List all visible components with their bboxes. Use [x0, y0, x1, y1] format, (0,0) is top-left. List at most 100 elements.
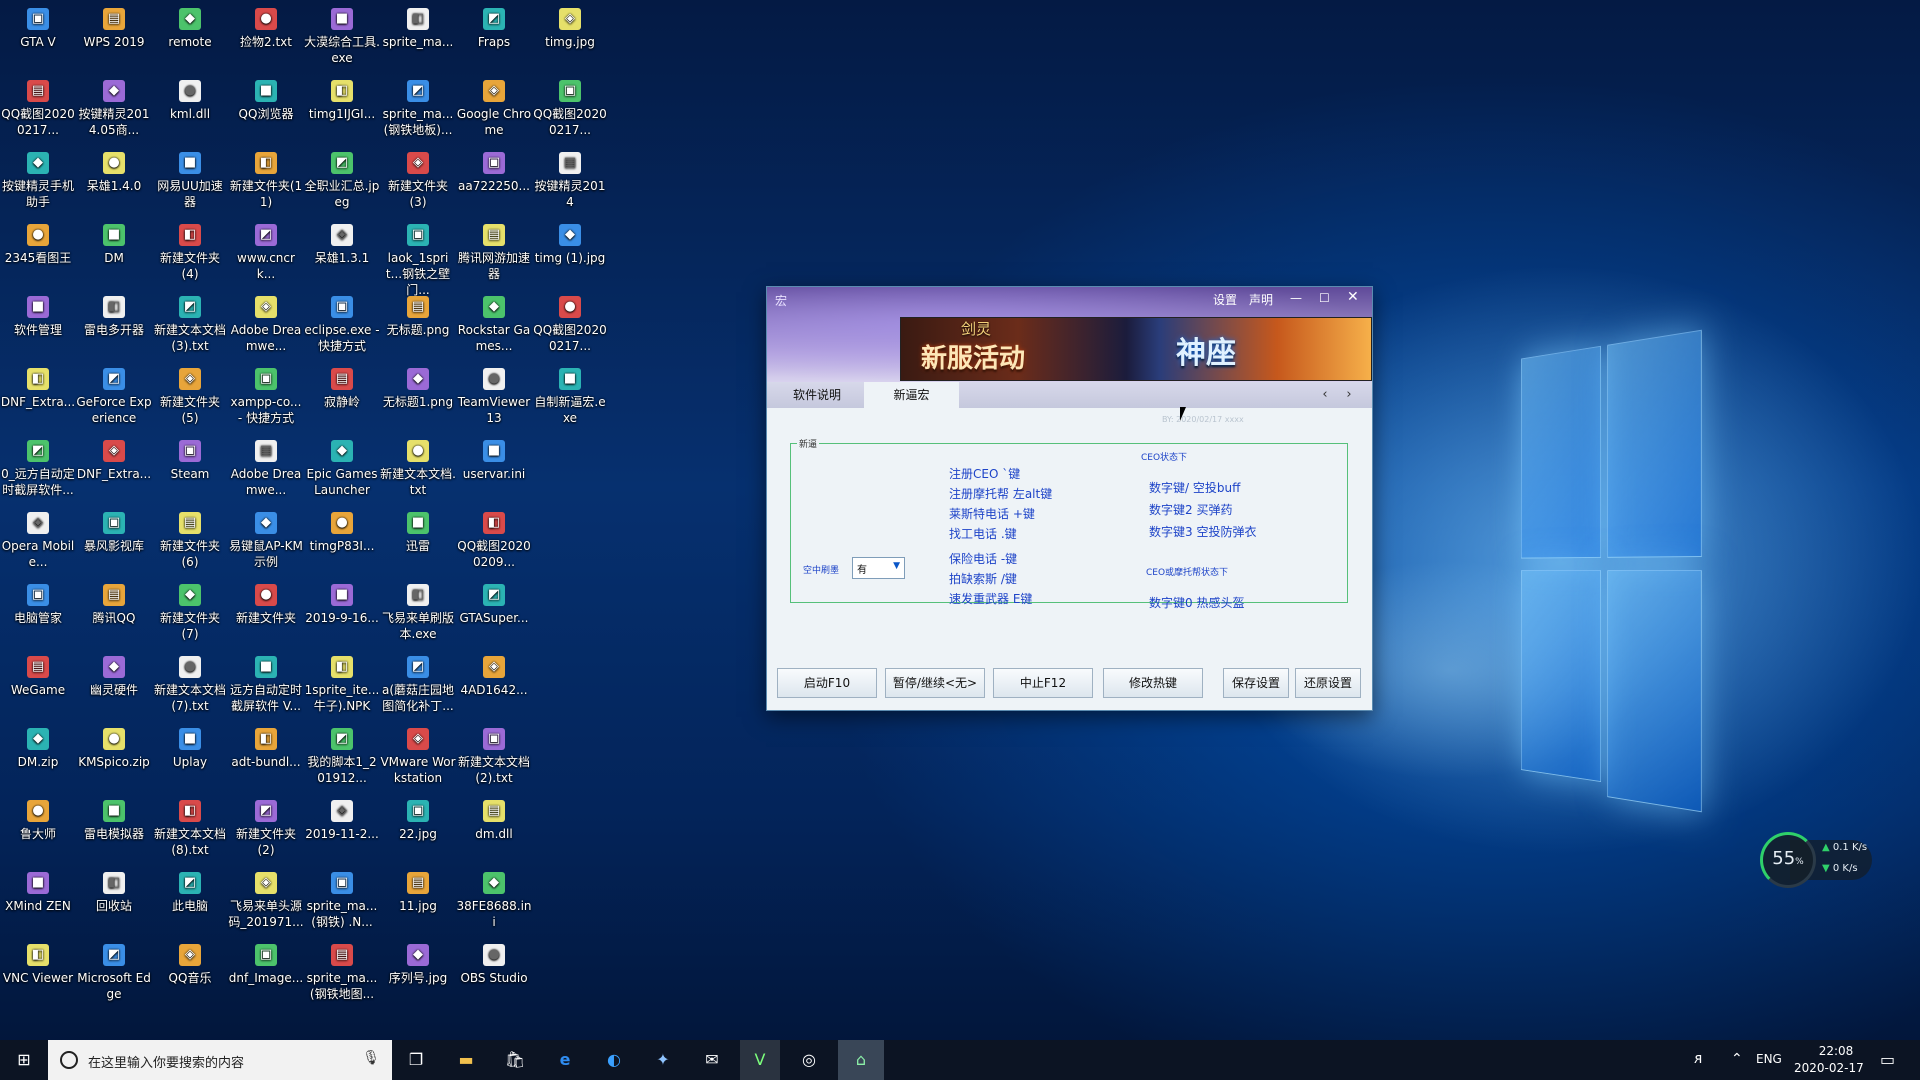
desktop-icon[interactable]: ◩ 新建文件夹(2): [228, 792, 304, 858]
desktop-icon[interactable]: ◆ 38FE8688.ini: [456, 864, 532, 930]
desktop-icon[interactable]: ■ 自制新逼宏.exe: [532, 360, 608, 426]
maximize-icon[interactable]: ☐: [1319, 291, 1330, 305]
minimize-icon[interactable]: —: [1290, 291, 1302, 305]
desktop-icon[interactable]: ◆ 易键鼠AP-KM示例: [228, 504, 304, 570]
search-box[interactable]: 在这里输入你要搜索的内容 🎙: [48, 1040, 392, 1080]
desktop-icon[interactable]: ● 新建文本文档(7).txt: [152, 648, 228, 714]
desktop-icon[interactable]: ◆ remote: [152, 0, 228, 50]
desktop-icon[interactable]: ▤ 腾讯QQ: [76, 576, 152, 626]
desktop-icon[interactable]: ◆ 序列号.jpg: [380, 936, 456, 986]
desktop-icon[interactable]: ■ 迅雷: [380, 504, 456, 554]
desktop-icon[interactable]: ● 捡物2.txt: [228, 0, 304, 50]
chevron-up-icon[interactable]: ⌃: [1731, 1051, 1743, 1067]
desktop-icon[interactable]: ● TeamViewer 13: [456, 360, 532, 426]
desktop-icon[interactable]: ● KMSpico.zip: [76, 720, 152, 770]
desktop-icon[interactable]: ▣ Steam: [152, 432, 228, 482]
desktop-icon[interactable]: ● 新建文件夹: [228, 576, 304, 626]
stop-button[interactable]: 中止F12: [993, 668, 1093, 698]
microphone-icon[interactable]: 🎙: [362, 1050, 380, 1066]
desktop-icon[interactable]: ◈ 新建文件夹(3): [380, 144, 456, 210]
desktop-icon[interactable]: ◩ Fraps: [456, 0, 532, 50]
desktop-icon[interactable]: ◩ Microsoft Edge: [76, 936, 152, 1002]
desktop-icon[interactable]: ▤ WeGame: [0, 648, 76, 698]
desktop-icon[interactable]: ■ 2019-9-16...: [304, 576, 380, 626]
statement-button[interactable]: 声明: [1249, 291, 1273, 308]
task-view-icon[interactable]: ❐: [404, 1048, 428, 1072]
store-icon[interactable]: 🛍: [503, 1048, 527, 1072]
desktop-icon[interactable]: ◧ 新建文件夹(11): [228, 144, 304, 210]
desktop-icon[interactable]: ● 鲁大师: [0, 792, 76, 842]
clock-date[interactable]: 2020-02-17: [1794, 1061, 1864, 1075]
close-icon[interactable]: ✕: [1347, 289, 1359, 305]
desktop-icon[interactable]: ◆ Epic Games Launcher: [304, 432, 380, 498]
desktop-icon[interactable]: ◧ QQ截图20200209...: [456, 504, 532, 570]
desktop-icon[interactable]: ◈ 飞易来单头源码_201971...: [228, 864, 304, 930]
mail-icon[interactable]: ✉: [700, 1048, 724, 1072]
start-button[interactable]: 启动F10: [777, 668, 877, 698]
desktop-icon[interactable]: ◩ www.cncrk...: [228, 216, 304, 282]
desktop-icon[interactable]: ◆ 按键精灵手机助手: [0, 144, 76, 210]
macro-app-icon[interactable]: ⌂: [838, 1040, 884, 1080]
desktop-icon[interactable]: ● 新建文本文档.txt: [380, 432, 456, 498]
desktop-icon[interactable]: ▣ 暴风影视库: [76, 504, 152, 554]
windows-start-icon[interactable]: ⊞: [12, 1048, 36, 1072]
desktop-icon[interactable]: ● 2345看图王: [0, 216, 76, 266]
desktop-icon[interactable]: ◈ timg.jpg: [532, 0, 608, 50]
desktop-icon[interactable]: ◈ Adobe Dreamwe...: [228, 288, 304, 354]
desktop-icon[interactable]: ◩ 新建文本文档(3).txt: [152, 288, 228, 354]
file-explorer-icon[interactable]: ▬: [454, 1048, 478, 1072]
desktop-icon[interactable]: ▤ WPS 2019: [76, 0, 152, 50]
language-indicator[interactable]: ENG: [1756, 1052, 1782, 1066]
desktop-icon[interactable]: ◧ DNF_Extra...: [0, 360, 76, 410]
desktop-icon[interactable]: ◈ 2019-11-2...: [304, 792, 380, 842]
desktop-icon[interactable]: ◆ 新建文件夹(7): [152, 576, 228, 642]
save-settings-button[interactable]: 保存设置: [1223, 668, 1289, 698]
desktop-icon[interactable]: ▣ GTA V: [0, 0, 76, 50]
desktop-icon[interactable]: ■ 大漠综合工具.exe: [304, 0, 380, 66]
desktop-icon[interactable]: ▤ 无标题.png: [380, 288, 456, 338]
desktop-icon[interactable]: ◈ Opera Mobile...: [0, 504, 76, 570]
desktop-icon[interactable]: ◆ DM.zip: [0, 720, 76, 770]
desktop-icon[interactable]: ◩ GeForce Experience: [76, 360, 152, 426]
desktop-icon[interactable]: ▤ dm.dll: [456, 792, 532, 842]
desktop-icon[interactable]: ◆ 无标题1.png: [380, 360, 456, 410]
desktop-icon[interactable]: ◧ 新建文本文档(8).txt: [152, 792, 228, 858]
desktop-icon[interactable]: ▤ 寂静岭: [304, 360, 380, 410]
desktop-icon[interactable]: ◈ Google Chrome: [456, 72, 532, 138]
desktop-icon[interactable]: ◩ a(蘑菇庄园地图简化补丁...: [380, 648, 456, 714]
desktop-icon[interactable]: ◩ GTASuper...: [456, 576, 532, 626]
tab-next-icon[interactable]: ›: [1340, 386, 1358, 404]
desktop-icon[interactable]: ▤ 11.jpg: [380, 864, 456, 914]
desktop-icon[interactable]: ▣ 新建文本文档(2).txt: [456, 720, 532, 786]
people-icon[interactable]: ᴙ: [1694, 1051, 1702, 1067]
ad-banner[interactable]: 剑灵 新服活动 神座: [900, 317, 1372, 381]
desktop-icon[interactable]: ◈ 新建文件夹(5): [152, 360, 228, 426]
desktop-icon[interactable]: ◈ 4AD1642...: [456, 648, 532, 698]
desktop-icon[interactable]: ■ Uplay: [152, 720, 228, 770]
desktop-icon[interactable]: ■ 远方自动定时截屏软件 V...: [228, 648, 304, 714]
option-select[interactable]: 有 ▼: [852, 557, 905, 579]
desktop-icon[interactable]: ◧ 回收站: [76, 864, 152, 914]
obs-icon[interactable]: ◎: [797, 1048, 821, 1072]
desktop-icon[interactable]: ● kml.dll: [152, 72, 228, 122]
desktop-icon[interactable]: ● QQ截图20200217...: [532, 288, 608, 354]
desktop-icon[interactable]: ▤ QQ截图20200217...: [0, 72, 76, 138]
desktop-icon[interactable]: ◆ 幽灵硬件: [76, 648, 152, 698]
desktop-icon[interactable]: ■ QQ浏览器: [228, 72, 304, 122]
desktop-icon[interactable]: ◈ QQ音乐: [152, 936, 228, 986]
desktop-icon[interactable]: ◧ 雷电多开器: [76, 288, 152, 338]
desktop-icon[interactable]: ◧ 1sprite_ite...牛子).NPK: [304, 648, 380, 714]
desktop-icon[interactable]: ▣ dnf_Image...: [228, 936, 304, 986]
desktop-icon[interactable]: ● timgP83I...: [304, 504, 380, 554]
desktop-icon[interactable]: ◈ 呆雄1.3.1: [304, 216, 380, 266]
desktop-icon[interactable]: ▣ xampp-co... - 快捷方式: [228, 360, 304, 426]
desktop-icon[interactable]: ◧ 新建文件夹(4): [152, 216, 228, 282]
desktop-icon[interactable]: ■ 软件管理: [0, 288, 76, 338]
desktop-icon[interactable]: ▣ eclipse.exe - 快捷方式: [304, 288, 380, 354]
desktop-icon[interactable]: ◩ 全职业汇总.jpeg: [304, 144, 380, 210]
desktop-icon[interactable]: ▣ sprite_ma...(钢铁) .N...: [304, 864, 380, 930]
qq-browser-icon[interactable]: ◐: [602, 1048, 626, 1072]
desktop-icon[interactable]: ◈ DNF_Extra...: [76, 432, 152, 482]
desktop-icon[interactable]: ◆ 按键精灵2014.05商...: [76, 72, 152, 138]
desktop-icon[interactable]: ◆ Rockstar Games...: [456, 288, 532, 354]
